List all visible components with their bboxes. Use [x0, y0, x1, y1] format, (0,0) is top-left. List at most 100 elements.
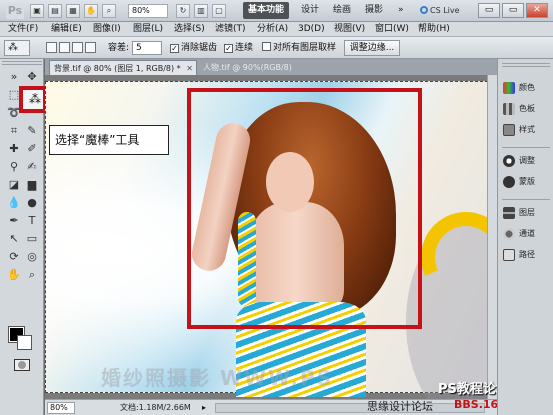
antialias-checkbox[interactable]: ✓ 消除锯齿: [170, 41, 217, 55]
panel-channels[interactable]: 通道: [500, 225, 552, 243]
tab-close-icon[interactable]: ✕: [186, 61, 193, 76]
document-size-info: 文档:1.18M/2.66M: [120, 403, 191, 412]
menu-help[interactable]: 帮助(H): [418, 23, 450, 36]
document-tabs: 背景.tif @ 80% (图层 1, RGB/8) * ✕ 人物.tif @ 9…: [45, 59, 497, 75]
vertical-scrollbar[interactable]: [487, 75, 497, 399]
workspace-more-icon[interactable]: »: [393, 2, 409, 19]
tolerance-label: 容差:: [108, 43, 130, 53]
brand-missyuan: 思缘设计论坛: [367, 400, 433, 413]
3d-orbit-tool-icon[interactable]: ◎: [24, 249, 40, 265]
new-selection-icon[interactable]: [46, 42, 57, 53]
panel-separator: [502, 147, 550, 148]
paths-panel-icon: [503, 249, 515, 261]
menu-analysis[interactable]: 分析(A): [257, 23, 288, 36]
panel-adjustments[interactable]: 调整: [500, 152, 552, 170]
restore-button[interactable]: ▭: [502, 3, 524, 18]
background-color-swatch[interactable]: [17, 335, 32, 350]
minimize-button[interactable]: ▭: [478, 3, 500, 18]
workspace-painting-button[interactable]: 绘画: [328, 2, 356, 19]
move-tool-icon[interactable]: ✥: [24, 69, 40, 85]
panel-paths[interactable]: 路径: [500, 246, 552, 264]
workspace-photography-button[interactable]: 摄影: [360, 2, 388, 19]
panel-dock: 颜色 色板 样式 调整 蒙版 图层 通道 路径: [497, 59, 553, 415]
add-to-selection-icon[interactable]: [59, 42, 70, 53]
hand-tool-icon[interactable]: ✋: [6, 267, 22, 283]
hand-tool-button[interactable]: ✋: [84, 4, 98, 18]
zoom-level-field[interactable]: 80%: [128, 4, 168, 18]
clone-stamp-tool-icon[interactable]: ⚲: [6, 159, 22, 175]
zoom-tool-icon[interactable]: ⌕: [24, 267, 40, 283]
brush-tool-icon[interactable]: ✐: [24, 141, 40, 157]
menu-select[interactable]: 选择(S): [174, 23, 205, 36]
menu-bar: 文件(F) 编辑(E) 图像(I) 图层(L) 选择(S) 滤镜(T) 分析(A…: [0, 22, 553, 37]
dodge-tool-icon[interactable]: ●: [24, 195, 40, 211]
panel-paths-label: 路径: [519, 250, 535, 259]
guides-button[interactable]: ▦: [66, 4, 80, 18]
menu-window[interactable]: 窗口(W): [375, 23, 409, 36]
menu-layer[interactable]: 图层(L): [133, 23, 163, 36]
status-menu-arrow-icon[interactable]: ▸: [202, 402, 206, 414]
blur-tool-icon[interactable]: 💧: [6, 195, 22, 211]
workspace-design-button[interactable]: 设计: [296, 2, 324, 19]
tools-panel-grip[interactable]: [2, 61, 42, 65]
collapse-icon[interactable]: »: [6, 69, 22, 85]
menu-file[interactable]: 文件(F): [8, 23, 38, 36]
mini-bridge-button[interactable]: ▤: [48, 4, 62, 18]
rotate-view-button[interactable]: ↻: [176, 4, 190, 18]
panel-layers[interactable]: 图层: [500, 204, 552, 222]
screen-mode-button[interactable]: ▢: [212, 4, 226, 18]
subtract-selection-icon[interactable]: [72, 42, 83, 53]
path-selection-tool-icon[interactable]: ↖: [6, 231, 22, 247]
3d-rotate-tool-icon[interactable]: ⟳: [6, 249, 22, 265]
close-button[interactable]: ✕: [526, 3, 548, 18]
cs-live-button[interactable]: CS Live: [420, 3, 472, 19]
pen-tool-icon[interactable]: ✒: [6, 213, 22, 229]
panel-channels-label: 通道: [519, 229, 535, 238]
horizontal-scrollbar[interactable]: [215, 403, 485, 413]
contiguous-label: 连续: [235, 43, 254, 53]
channels-panel-icon: [503, 228, 515, 240]
intersect-selection-icon[interactable]: [85, 42, 96, 53]
menu-view[interactable]: 视图(V): [334, 23, 365, 36]
panel-swatches[interactable]: 色板: [500, 100, 552, 118]
eyedropper-tool-icon[interactable]: ✎: [24, 123, 40, 139]
workspace-essentials-button[interactable]: 基本功能: [243, 2, 290, 19]
photoshop-logo: Ps: [6, 3, 24, 19]
adjustments-panel-icon: [503, 155, 515, 167]
bridge-button[interactable]: ▣: [30, 4, 44, 18]
tab-person-label: 人物.tif @ 90%(RGB/8): [203, 63, 292, 72]
panel-adjustments-label: 调整: [519, 156, 535, 165]
tool-preset-picker[interactable]: ⁂: [4, 40, 30, 56]
refine-edge-button[interactable]: 调整边缘...: [344, 40, 400, 56]
zoom-tool-button[interactable]: ⌕: [102, 4, 116, 18]
swatches-panel-icon: [503, 103, 515, 115]
sample-all-layers-checkbox[interactable]: 对所有图层取样: [262, 41, 336, 55]
eraser-tool-icon[interactable]: ◪: [6, 177, 22, 193]
menu-image[interactable]: 图像(I): [93, 23, 121, 36]
shape-tool-icon[interactable]: ▭: [24, 231, 40, 247]
instruction-callout: 选择“魔棒”工具: [49, 125, 169, 155]
status-zoom-field[interactable]: 80%: [47, 402, 75, 414]
arrange-documents-button[interactable]: ▥: [194, 4, 208, 18]
spot-healing-tool-icon[interactable]: ✚: [6, 141, 22, 157]
gradient-tool-icon[interactable]: ▆: [24, 177, 40, 193]
type-tool-icon[interactable]: T: [24, 213, 40, 229]
magic-wand-tool-button[interactable]: ⁂: [19, 86, 47, 113]
quick-mask-icon[interactable]: [14, 359, 30, 371]
contiguous-checkbox[interactable]: ✓ 连续: [224, 41, 253, 55]
crop-tool-icon[interactable]: ⌗: [6, 123, 22, 139]
history-brush-tool-icon[interactable]: ✍: [24, 159, 40, 175]
tab-background-tif[interactable]: 背景.tif @ 80% (图层 1, RGB/8) * ✕: [49, 60, 197, 75]
menu-filter[interactable]: 滤镜(T): [215, 23, 246, 36]
panel-masks[interactable]: 蒙版: [500, 173, 552, 191]
panel-color[interactable]: 颜色: [500, 79, 552, 97]
tolerance-input[interactable]: 5: [132, 41, 162, 55]
tab-person-tif[interactable]: 人物.tif @ 90%(RGB/8): [199, 60, 327, 75]
masks-panel-icon: [503, 176, 515, 188]
document-canvas[interactable]: 婚纱照摄影 WWW.PS 选择“魔棒”工具: [45, 75, 497, 399]
menu-edit[interactable]: 编辑(E): [51, 23, 82, 36]
panel-styles[interactable]: 样式: [500, 121, 552, 139]
panel-dock-grip[interactable]: [502, 63, 550, 67]
panel-swatches-label: 色板: [519, 104, 535, 113]
menu-3d[interactable]: 3D(D): [298, 23, 325, 36]
